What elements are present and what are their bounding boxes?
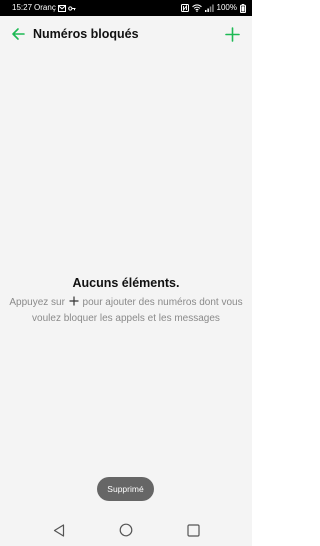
back-button[interactable] xyxy=(9,25,27,43)
status-carrier: Oranç xyxy=(34,3,56,12)
battery-percent: 100% xyxy=(216,3,237,12)
plus-icon xyxy=(69,296,79,311)
toast: Supprimé xyxy=(97,477,154,501)
empty-state-title: Aucuns éléments. xyxy=(72,276,180,290)
arrow-left-icon xyxy=(12,28,25,40)
navigation-bar xyxy=(0,514,252,546)
empty-state-message: Appuyez sur pour ajouter des numéros don… xyxy=(0,295,252,326)
screen: 15:27 Oranç 100% Numéros bloqués Aucuns … xyxy=(0,0,252,546)
home-circle-icon xyxy=(119,523,133,537)
plus-icon xyxy=(224,26,240,42)
nav-recents-button[interactable] xyxy=(184,521,202,539)
add-number-button[interactable] xyxy=(222,24,242,44)
toolbar: Numéros bloqués xyxy=(0,16,252,52)
wifi-icon xyxy=(191,4,202,12)
status-bar: 15:27 Oranç 100% xyxy=(0,0,252,16)
status-left: 15:27 Oranç xyxy=(12,0,76,16)
battery-icon xyxy=(240,3,246,13)
nav-back-button[interactable] xyxy=(50,521,68,539)
status-time: 15:27 xyxy=(12,3,33,12)
back-triangle-icon xyxy=(53,523,65,537)
nfc-icon xyxy=(180,4,189,12)
vpn-key-icon xyxy=(68,5,76,12)
empty-message-prefix: Appuyez sur xyxy=(9,297,65,308)
recents-square-icon xyxy=(186,523,200,537)
page-title: Numéros bloqués xyxy=(33,27,139,41)
blocked-numbers-screen: Numéros bloqués Aucuns éléments. Appuyez… xyxy=(0,16,252,546)
signal-icon xyxy=(204,4,214,12)
nav-home-button[interactable] xyxy=(117,521,135,539)
status-right: 100% xyxy=(180,0,246,16)
mail-icon xyxy=(57,4,66,12)
